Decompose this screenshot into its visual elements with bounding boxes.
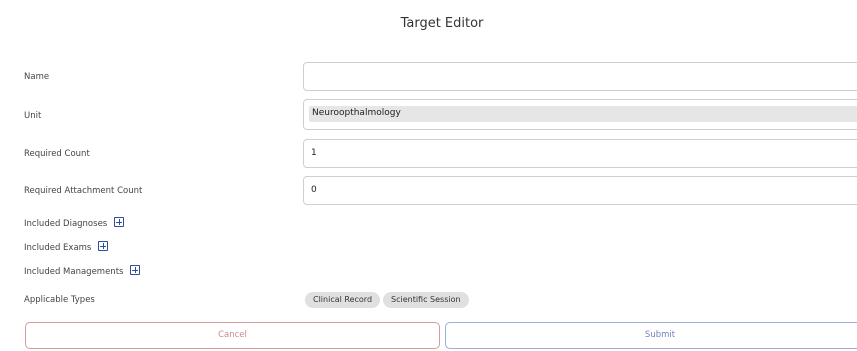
included-exams-row: Included Exams bbox=[24, 241, 109, 253]
applicable-types-label: Applicable Types bbox=[24, 295, 95, 305]
required-count-input[interactable]: 1 bbox=[303, 139, 857, 168]
required-count-label: Required Count bbox=[24, 149, 90, 159]
type-chip-clinical-record[interactable]: Clinical Record bbox=[305, 292, 381, 308]
name-input[interactable] bbox=[303, 62, 857, 91]
add-management-button[interactable] bbox=[130, 265, 141, 275]
submit-button[interactable]: Submit bbox=[445, 322, 857, 349]
required-attachment-count-label: Required Attachment Count bbox=[24, 186, 143, 196]
unit-select[interactable]: Neuroopthalmology bbox=[303, 99, 857, 130]
required-count-value: 1 bbox=[311, 148, 317, 158]
cancel-button[interactable]: Cancel bbox=[25, 322, 440, 349]
add-exam-button[interactable] bbox=[98, 241, 109, 251]
unit-select-display[interactable]: Neuroopthalmology bbox=[309, 106, 857, 122]
name-label: Name bbox=[24, 72, 50, 82]
included-managements-label: Included Managements bbox=[24, 267, 124, 277]
included-diagnoses-label: Included Diagnoses bbox=[24, 219, 108, 229]
unit-value: Neuroopthalmology bbox=[312, 108, 401, 118]
included-diagnoses-row: Included Diagnoses bbox=[24, 217, 125, 229]
included-managements-row: Included Managements bbox=[24, 265, 141, 277]
included-exams-label: Included Exams bbox=[24, 243, 92, 253]
required-attachment-count-input[interactable]: 0 bbox=[303, 176, 857, 205]
unit-label: Unit bbox=[24, 111, 42, 121]
page-title: Target Editor bbox=[400, 16, 484, 31]
add-diagnosis-button[interactable] bbox=[114, 217, 125, 227]
required-attachment-count-value: 0 bbox=[311, 185, 317, 195]
type-chip-scientific-session[interactable]: Scientific Session bbox=[383, 292, 469, 308]
